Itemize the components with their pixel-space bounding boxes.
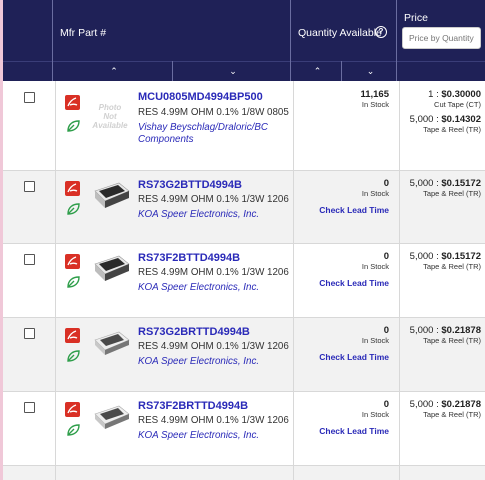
- quantity-available: 0: [383, 178, 389, 189]
- leaf-icon: [67, 120, 80, 132]
- table-row: RS73F2BTTD4994B RES 4.99M OHM 0.1% 1/3W …: [3, 244, 485, 318]
- row-select-checkbox[interactable]: [24, 402, 35, 413]
- resistor-chip-image[interactable]: [91, 181, 133, 211]
- stock-status: In Stock: [361, 262, 389, 271]
- row-select-checkbox[interactable]: [24, 254, 35, 265]
- part-number-link[interactable]: RS73F2BRTTD4994B: [138, 400, 248, 412]
- packaging-type: Tape & Reel (TR): [423, 410, 481, 419]
- header-divider: [396, 0, 397, 81]
- leaf-icon: [67, 276, 80, 288]
- pdf-icon[interactable]: [65, 181, 80, 196]
- row-select-checkbox[interactable]: [24, 181, 35, 192]
- header-divider: [52, 0, 53, 81]
- resistor-chip-image[interactable]: [91, 330, 133, 360]
- manufacturer-link[interactable]: Vishay Beyschlag/Draloric/BC: [138, 122, 268, 134]
- stock-status: In Stock: [361, 410, 389, 419]
- part-number-link[interactable]: MCU0805MD4994BP500: [138, 91, 263, 103]
- stock-status: In Stock: [361, 100, 389, 109]
- leaf-icon: [67, 350, 80, 362]
- pdf-icon[interactable]: [65, 402, 80, 417]
- table-row: Photo Not Available MCU0805MD4994BP500 R…: [3, 81, 485, 171]
- resistor-chip-image[interactable]: [91, 404, 133, 434]
- part-description: RES 4.99M OHM 0.1% 1/3W 1206: [138, 194, 289, 205]
- stock-status: In Stock: [361, 336, 389, 345]
- manufacturer-link[interactable]: KOA Speer Electronics, Inc.: [138, 282, 259, 294]
- packaging-type: Tape & Reel (TR): [423, 189, 481, 198]
- part-description: RES 4.99M OHM 0.1% 1/3W 1206: [138, 341, 289, 352]
- manufacturer-link[interactable]: KOA Speer Electronics, Inc.: [138, 209, 259, 221]
- packaging-type: Tape & Reel (TR): [423, 336, 481, 345]
- header-divider: [341, 61, 342, 81]
- row-select-checkbox[interactable]: [24, 92, 35, 103]
- sort-desc-mfr-part-button[interactable]: ⌄: [176, 61, 290, 81]
- price-break: 5,000 : $0.21878: [409, 399, 481, 410]
- price-header: Price: [404, 12, 428, 24]
- check-lead-time-link[interactable]: Check Lead Time: [319, 426, 389, 436]
- leaf-icon: [67, 424, 80, 436]
- quantity-available: 11,165: [360, 89, 389, 100]
- sort-desc-quantity-button[interactable]: ⌄: [345, 61, 396, 81]
- pdf-icon[interactable]: [65, 328, 80, 343]
- check-lead-time-link[interactable]: Check Lead Time: [319, 352, 389, 362]
- help-icon[interactable]: ?: [375, 26, 387, 38]
- table-row: RS73G2BTTD4994B RES 4.99M OHM 0.1% 1/3W …: [3, 171, 485, 244]
- part-number-link[interactable]: RS73G2BRTTD4994B: [138, 326, 250, 338]
- pdf-icon[interactable]: [65, 254, 80, 269]
- packaging-type: Tape & Reel (TR): [423, 125, 481, 134]
- quantity-available: 0: [383, 251, 389, 262]
- pdf-icon[interactable]: [65, 95, 80, 110]
- price-break: 5,000 : $0.15172: [409, 178, 481, 189]
- header-divider: [290, 0, 291, 81]
- photo-not-available-placeholder: Photo Not Available: [92, 103, 128, 130]
- manufacturer-link-line2[interactable]: Components: [138, 134, 194, 146]
- packaging-type: Cut Tape (CT): [434, 100, 481, 109]
- part-description: RES 4.99M OHM 0.1% 1/3W 1206: [138, 415, 289, 426]
- header-divider: [172, 61, 173, 81]
- mfr-part-header[interactable]: Mfr Part #: [60, 27, 106, 39]
- part-number-link[interactable]: RS73F2BTTD4994B: [138, 252, 240, 264]
- price-break: 5,000 : $0.14302: [409, 114, 481, 125]
- check-lead-time-link[interactable]: Check Lead Time: [319, 205, 389, 215]
- leaf-icon: [67, 203, 80, 215]
- part-number-link[interactable]: RS73G2BTTD4994B: [138, 179, 242, 191]
- price-break: 5,000 : $0.15172: [409, 251, 481, 262]
- resistor-chip-image[interactable]: [91, 254, 133, 284]
- table-row: RS73G2BRTTD4994B RES 4.99M OHM 0.1% 1/3W…: [3, 318, 485, 392]
- price-by-quantity-input[interactable]: [402, 27, 481, 49]
- check-lead-time-link[interactable]: Check Lead Time: [319, 278, 389, 288]
- manufacturer-link[interactable]: KOA Speer Electronics, Inc.: [138, 356, 259, 368]
- price-break: 5,000 : $0.21878: [409, 325, 481, 336]
- stock-status: In Stock: [361, 189, 389, 198]
- sort-asc-quantity-button[interactable]: ⌃: [294, 61, 341, 81]
- table-row: RS73F2BRTTD4994B RES 4.99M OHM 0.1% 1/3W…: [3, 392, 485, 466]
- quantity-available: 0: [383, 325, 389, 336]
- part-description: RES 4.99M OHM 0.1% 1/3W 1206: [138, 267, 289, 278]
- table-row-partial: [3, 466, 485, 480]
- packaging-type: Tape & Reel (TR): [423, 262, 481, 271]
- price-break: 1 : $0.30000: [428, 89, 481, 100]
- sort-asc-mfr-part-button[interactable]: ⌃: [56, 61, 172, 81]
- part-description: RES 4.99M OHM 0.1% 1/8W 0805: [138, 107, 289, 118]
- row-select-checkbox[interactable]: [24, 328, 35, 339]
- quantity-available-header[interactable]: Quantity Available: [298, 27, 382, 39]
- manufacturer-link[interactable]: KOA Speer Electronics, Inc.: [138, 430, 259, 442]
- quantity-available: 0: [383, 399, 389, 410]
